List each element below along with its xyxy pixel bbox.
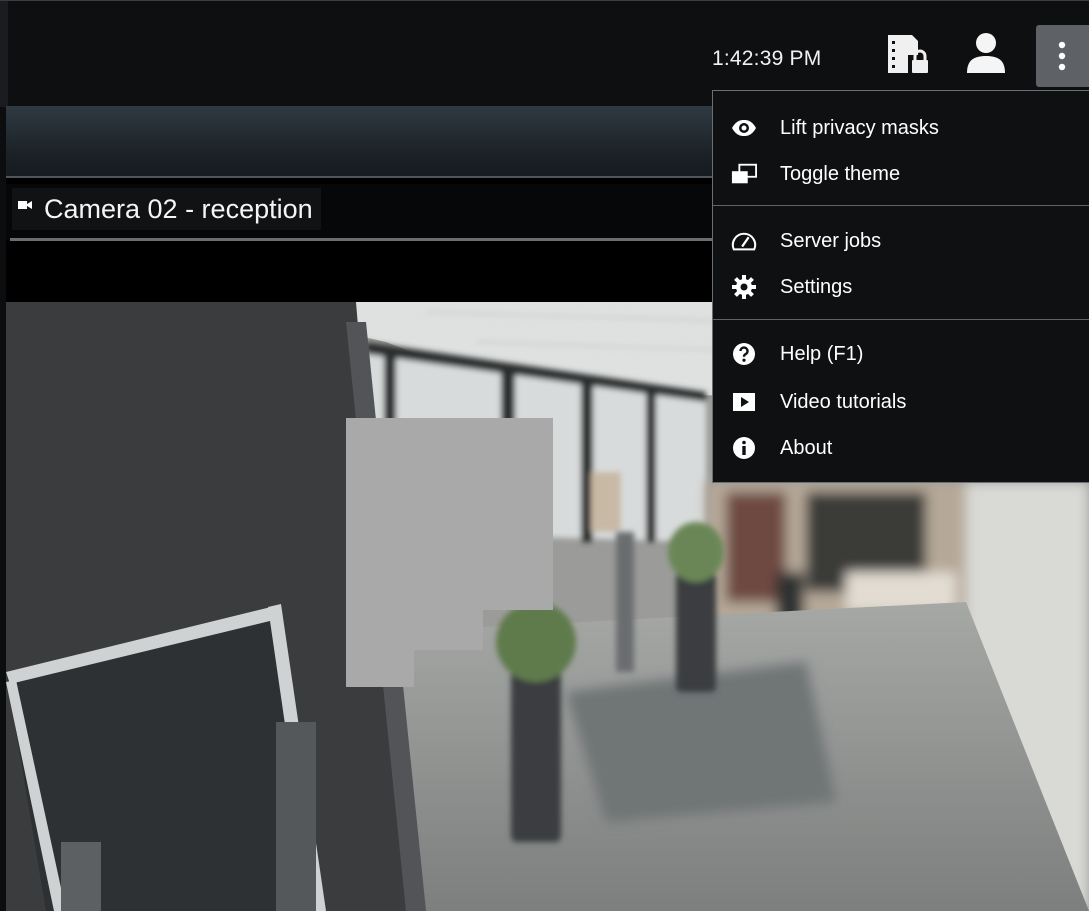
menu-item-server-jobs[interactable]: Server jobs bbox=[713, 218, 1089, 264]
camera-title-label: Camera 02 - reception bbox=[44, 193, 313, 224]
privacy-mask bbox=[346, 418, 553, 687]
clock: 1:42:39 PM bbox=[712, 47, 822, 70]
eye-icon bbox=[731, 115, 757, 141]
settings-dropdown-menu: Lift privacy masks Toggle theme Server j… bbox=[712, 90, 1089, 483]
menu-item-lift-privacy-masks[interactable]: Lift privacy masks bbox=[713, 105, 1089, 151]
menu-item-label: Video tutorials bbox=[780, 390, 907, 413]
camera-title: Camera 02 - reception bbox=[12, 188, 321, 230]
more-menu-button[interactable] bbox=[1036, 25, 1089, 87]
license-lock-icon[interactable] bbox=[886, 33, 930, 75]
video-camera-icon bbox=[18, 201, 32, 209]
menu-separator bbox=[713, 205, 1089, 206]
menu-item-label: Server jobs bbox=[780, 229, 882, 252]
help-circle-icon bbox=[731, 341, 757, 367]
menu-item-label: Help (F1) bbox=[780, 342, 864, 365]
menu-item-toggle-theme[interactable]: Toggle theme bbox=[713, 151, 1089, 197]
menu-item-video-tutorials[interactable]: Video tutorials bbox=[713, 379, 1089, 425]
top-bar-edge bbox=[0, 1, 8, 107]
menu-item-label: About bbox=[780, 436, 833, 459]
menu-item-label: Lift privacy masks bbox=[780, 116, 939, 139]
info-circle-icon bbox=[731, 435, 757, 461]
smart-client-window: 1:42:39 PM Camera 02 - reception Lift pr… bbox=[0, 0, 1089, 911]
gear-icon bbox=[731, 274, 757, 300]
menu-item-label: Toggle theme bbox=[780, 162, 901, 185]
menu-item-help[interactable]: Help (F1) bbox=[713, 331, 1089, 377]
play-icon bbox=[731, 389, 757, 415]
menu-item-about[interactable]: About bbox=[713, 425, 1089, 471]
menu-item-label: Settings bbox=[780, 275, 853, 298]
more-vertical-icon bbox=[1058, 41, 1066, 71]
user-icon[interactable] bbox=[964, 31, 1008, 75]
toggle-theme-icon bbox=[731, 161, 757, 187]
gauge-icon bbox=[731, 228, 757, 254]
menu-separator bbox=[713, 319, 1089, 320]
menu-item-settings[interactable]: Settings bbox=[713, 264, 1089, 310]
